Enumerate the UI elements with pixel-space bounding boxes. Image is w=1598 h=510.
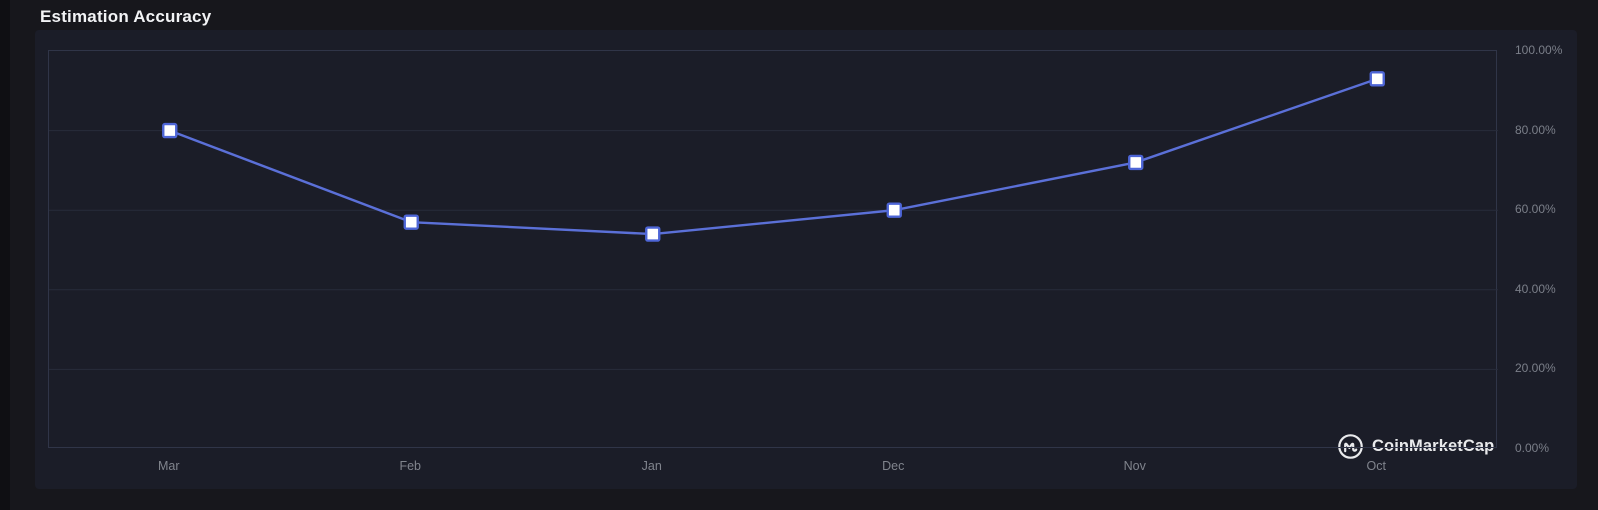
y-axis-tick-label: 80.00% bbox=[1515, 122, 1556, 137]
data-point-marker bbox=[403, 214, 419, 230]
y-axis-tick-label: 40.00% bbox=[1515, 281, 1556, 296]
x-axis-tick-label: Feb bbox=[399, 459, 422, 473]
x-axis-tick-label: Nov bbox=[1123, 459, 1146, 473]
data-point-marker bbox=[162, 122, 178, 139]
page-title: Estimation Accuracy bbox=[40, 7, 212, 26]
y-axis-tick-label: 60.00% bbox=[1515, 202, 1556, 217]
data-point-marker bbox=[1128, 154, 1144, 171]
x-axis-tick-label: Jan bbox=[641, 459, 662, 473]
x-axis-tick-label: Oct bbox=[1366, 459, 1386, 473]
x-axis-tick-label: Mar bbox=[157, 459, 180, 473]
data-line bbox=[169, 77, 1378, 236]
plot-area bbox=[48, 50, 1498, 448]
y-axis-tick-label: 100.00% bbox=[1515, 43, 1563, 57]
accuracy-line-chart bbox=[49, 71, 1498, 370]
x-axis-tick-label: Dec bbox=[882, 459, 905, 473]
page-edge-strip bbox=[0, 0, 10, 510]
y-axis-tick-label: 0.00% bbox=[1515, 441, 1550, 455]
data-point-marker bbox=[645, 226, 661, 242]
data-point-marker bbox=[1369, 71, 1385, 87]
y-axis-tick-label: 20.00% bbox=[1515, 361, 1556, 376]
data-point-marker bbox=[886, 202, 902, 218]
